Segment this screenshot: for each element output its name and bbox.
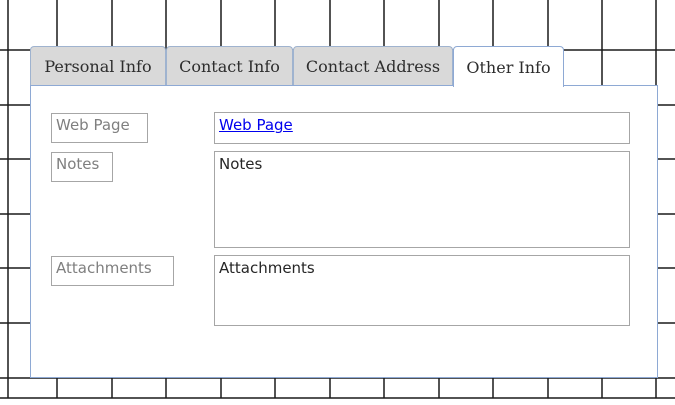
attachments-field[interactable]: Attachments (214, 255, 630, 326)
tab-contact-address[interactable]: Contact Address (293, 46, 453, 85)
notes-label: Notes (51, 152, 113, 182)
tab-contact-info[interactable]: Contact Info (166, 46, 293, 85)
notes-field[interactable]: Notes (214, 151, 630, 248)
tab-other-info[interactable]: Other Info (453, 46, 564, 87)
tab-page-other-info: Web Page Web Page Notes Notes Attachment… (30, 85, 658, 378)
tab-personal-info[interactable]: Personal Info (30, 46, 166, 85)
web-page-field[interactable]: Web Page (214, 112, 630, 144)
web-page-label: Web Page (51, 113, 148, 143)
web-page-link[interactable]: Web Page (219, 116, 293, 134)
attachments-label: Attachments (51, 256, 174, 286)
